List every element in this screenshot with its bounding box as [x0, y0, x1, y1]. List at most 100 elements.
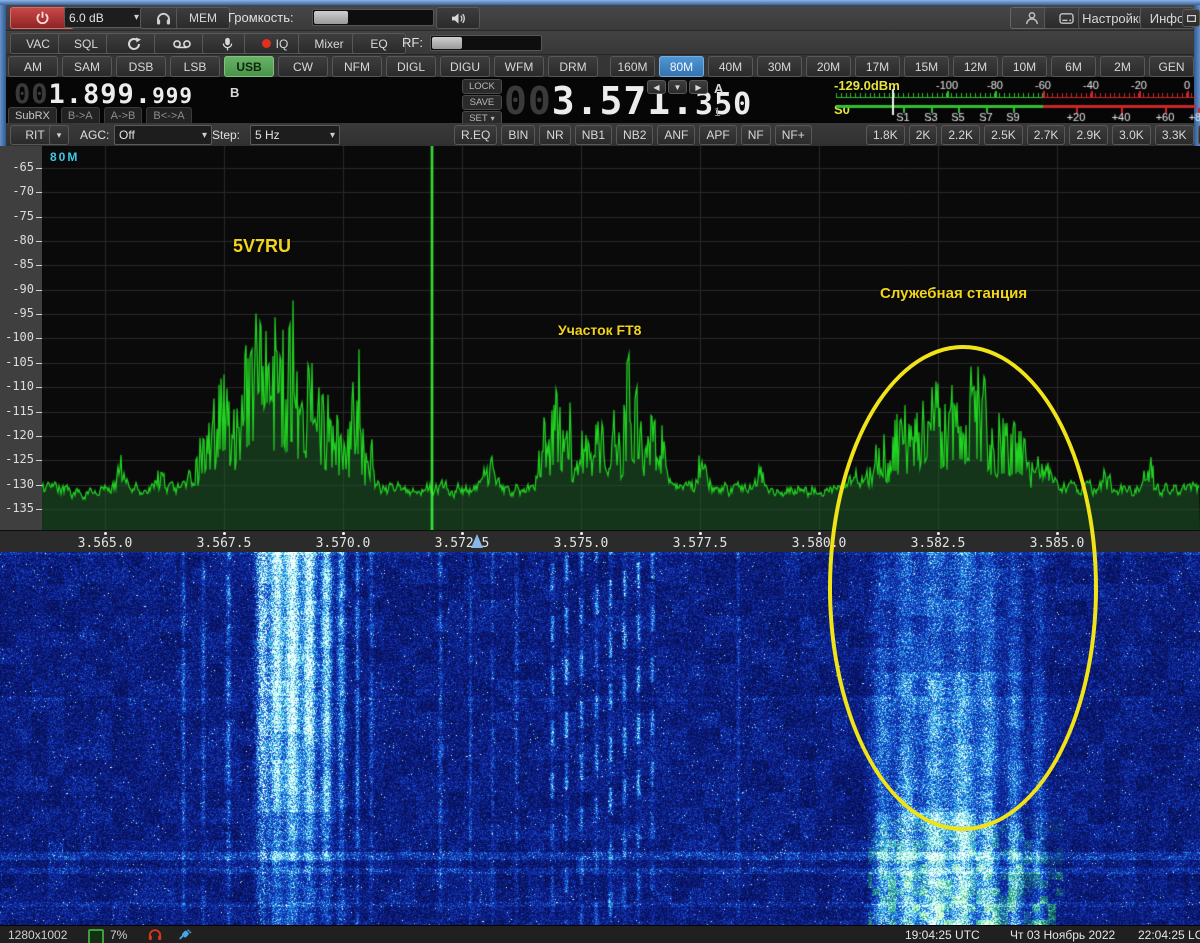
dsp-button-anf[interactable]: ANF — [657, 125, 695, 145]
gain-select[interactable]: 6.0 dB ▾ — [64, 7, 144, 28]
rf-slider-handle[interactable] — [432, 37, 462, 49]
local-time-label: 22:04:25 LOC — [1138, 928, 1200, 942]
band-button-20m[interactable]: 20M — [806, 56, 851, 77]
mode-button-am[interactable]: AM — [8, 56, 58, 77]
main-toolbar: 6.0 dB ▾ MEM Громкость: — [6, 5, 1194, 31]
window-icon — [1187, 15, 1196, 22]
frequency-axis[interactable]: 3.565.03.567.53.570.03.572.53.575.03.577… — [0, 530, 1200, 554]
filter-button-2-2k[interactable]: 2.2K — [941, 125, 980, 145]
b-to-a-label: B->A — [68, 110, 93, 122]
band-button-10m[interactable]: 10M — [1002, 56, 1047, 77]
mem-button[interactable]: MEM — [176, 7, 230, 29]
mixer-button[interactable]: Mixer — [298, 33, 360, 54]
chevron-down-icon: ▾ — [194, 130, 207, 141]
connection-plug-icon — [178, 928, 192, 941]
eq-label: EQ — [370, 37, 387, 51]
dsp-button-r-eq[interactable]: R.EQ — [454, 125, 497, 145]
db-scale-label: -65 — [12, 160, 34, 174]
save-button[interactable]: SAVE — [462, 95, 502, 110]
step-down-button[interactable]: ▼ — [668, 80, 687, 94]
eq-button[interactable]: EQ — [352, 33, 406, 54]
band-button-40m[interactable]: 40M — [708, 56, 753, 77]
vac-label: VAC — [26, 37, 50, 51]
step-select[interactable]: 5 Hz▾ — [250, 125, 340, 145]
mode-button-cw[interactable]: CW — [278, 56, 328, 77]
band-button-2m[interactable]: 2M — [1100, 56, 1145, 77]
band-button-12m[interactable]: 12M — [953, 56, 998, 77]
band-buttons: 160M80M40M30M20M17M15M12M10M6M2MGEN — [610, 56, 1194, 77]
speaker-button[interactable] — [436, 7, 480, 29]
mixer-label: Mixer — [314, 37, 343, 51]
status-bar: 1280x1002 7% 19:04:25 UTC Чт 03 Ноябрь 2… — [0, 925, 1200, 943]
mode-button-nfm[interactable]: NFM — [332, 56, 382, 77]
db-scale-label: -90 — [12, 282, 34, 296]
frequency-panel: 001.899.999 B SubRX B->A A->B B<->A LOCK… — [6, 77, 1194, 124]
band-button-30m[interactable]: 30M — [757, 56, 802, 77]
db-scale-label: -135 — [5, 501, 34, 515]
dsp-button-bin[interactable]: BIN — [501, 125, 535, 145]
save-label: SAVE — [470, 97, 495, 108]
tuning-marker-icon[interactable] — [471, 534, 483, 548]
waterfall-display[interactable] — [0, 552, 1200, 925]
mode-button-wfm[interactable]: WFM — [494, 56, 544, 77]
db-scale-label: -75 — [12, 209, 34, 223]
frequency-axis-dot — [223, 532, 226, 535]
filter-buttons: 1.8K2K2.2K2.5K2.7K2.9K3.0K3.3K3.5KUser — [866, 125, 1200, 145]
mode-button-dsb[interactable]: DSB — [116, 56, 166, 77]
frequency-axis-label: 3.577.5 — [673, 536, 728, 551]
step-left-button[interactable]: ◀ — [647, 80, 666, 94]
frequency-axis-label: 3.585.0 — [1030, 536, 1085, 551]
mode-button-usb[interactable]: USB — [224, 56, 274, 77]
sdr-application-window: 6.0 dB ▾ MEM Громкость: — [0, 0, 1200, 943]
db-scale-label: -95 — [12, 306, 34, 320]
dsp-button-nf-[interactable]: NF+ — [775, 125, 812, 145]
spectrum-band-label: 80M — [50, 150, 79, 164]
dsp-button-nb2[interactable]: NB2 — [616, 125, 653, 145]
filter-button-1-8k[interactable]: 1.8K — [866, 125, 905, 145]
volume-label: Громкость: — [228, 10, 294, 25]
band-button-17m[interactable]: 17M — [855, 56, 900, 77]
mode-button-drm[interactable]: DRM — [548, 56, 598, 77]
db-scale-label: -105 — [5, 355, 34, 369]
volume-slider-handle[interactable] — [314, 11, 348, 24]
rit-dropdown-button[interactable]: ▾ — [49, 125, 69, 145]
mode-button-lsb[interactable]: LSB — [170, 56, 220, 77]
filter-button-2k[interactable]: 2K — [909, 125, 938, 145]
record-dot-icon — [262, 39, 271, 48]
step-right-button[interactable]: ▶ — [689, 80, 708, 94]
band-button-80m[interactable]: 80M — [659, 56, 704, 77]
band-button-15m[interactable]: 15M — [904, 56, 949, 77]
vfo-b-hz-digits: 999 — [152, 84, 193, 108]
filter-button-2-9k[interactable]: 2.9K — [1069, 125, 1108, 145]
rf-slider[interactable] — [430, 35, 542, 51]
info-label: Инфо — [1150, 11, 1184, 26]
mode-button-sam[interactable]: SAM — [62, 56, 112, 77]
mode-button-digu[interactable]: DIGU — [440, 56, 490, 77]
iq-label: IQ — [276, 37, 289, 51]
filter-button-3-0k[interactable]: 3.0K — [1112, 125, 1151, 145]
dsp-button-apf[interactable]: APF — [699, 125, 736, 145]
agc-select[interactable]: Off ▾ — [114, 125, 212, 145]
volume-slider[interactable] — [312, 9, 434, 26]
frequency-axis-dot — [104, 532, 107, 535]
band-button-160m[interactable]: 160M — [610, 56, 655, 77]
filter-button-2-5k[interactable]: 2.5K — [984, 125, 1023, 145]
filter-button-2-7k[interactable]: 2.7K — [1027, 125, 1066, 145]
band-button-gen[interactable]: GEN — [1149, 56, 1194, 77]
lock-button[interactable]: LOCK — [462, 79, 502, 94]
mode-button-digl[interactable]: DIGL — [386, 56, 436, 77]
window-collapse-button[interactable] — [1182, 9, 1200, 27]
spectrum-display[interactable] — [42, 146, 1200, 530]
dsp-button-nb1[interactable]: NB1 — [575, 125, 612, 145]
db-scale-label: -120 — [5, 428, 34, 442]
db-scale-label: -70 — [12, 184, 34, 198]
filter-button-3-3k[interactable]: 3.3K — [1155, 125, 1194, 145]
a-b-swap-label: B<->A — [153, 110, 184, 122]
mem-label: MEM — [189, 11, 217, 25]
dsp-button-nr[interactable]: NR — [539, 125, 570, 145]
iq-button[interactable]: IQ — [244, 33, 306, 54]
band-button-6m[interactable]: 6M — [1051, 56, 1096, 77]
dsp-button-nf[interactable]: NF — [741, 125, 771, 145]
agc-value: Off — [119, 128, 135, 142]
vfo-b-display[interactable]: 001.899.999 — [14, 79, 193, 110]
